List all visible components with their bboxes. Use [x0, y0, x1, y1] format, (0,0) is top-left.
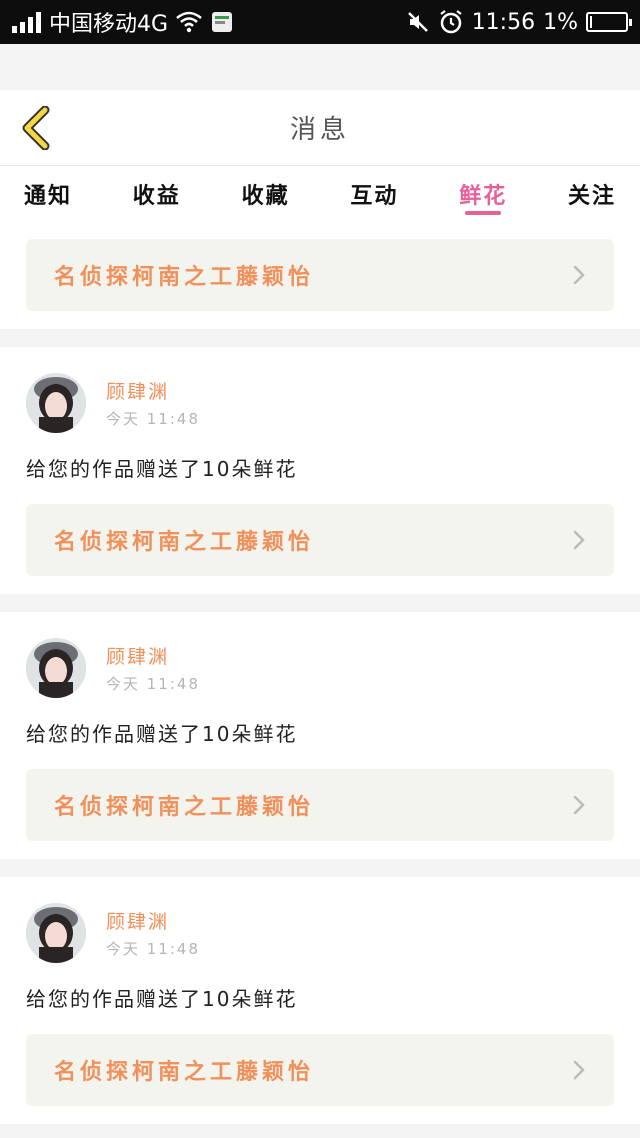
- user-row: 顾肆渊 今天 11:48: [26, 638, 614, 698]
- clock: 11:56: [471, 9, 536, 35]
- message-card-partial: 名侦探柯南之工藤颖怡: [0, 239, 640, 329]
- avatar-image: [26, 638, 86, 698]
- avatar[interactable]: [26, 903, 86, 963]
- tab-earnings[interactable]: 收益: [133, 166, 181, 210]
- user-info: 顾肆渊 今天 11:48: [106, 642, 200, 694]
- work-title: 名侦探柯南之工藤颖怡: [54, 795, 315, 820]
- message-text: 给您的作品赠送了10朵鲜花: [26, 722, 298, 746]
- avatar-image: [26, 373, 86, 433]
- user-info: 顾肆渊 今天 11:48: [106, 377, 200, 429]
- tab-bar: 通知 收益 收藏 互动 鲜花 关注: [0, 166, 640, 239]
- battery-percent: 1%: [543, 9, 578, 35]
- user-info: 顾肆渊 今天 11:48: [106, 907, 200, 959]
- user-row: 顾肆渊 今天 11:48: [26, 373, 614, 433]
- notification-app-icon: [212, 12, 233, 32]
- user-row: 顾肆渊 今天 11:48: [26, 903, 614, 963]
- back-button[interactable]: [14, 106, 58, 150]
- battery-icon: [586, 12, 632, 32]
- status-bar: 中国移动4G 11:56 1%: [0, 0, 640, 44]
- tab-follows[interactable]: 关注: [568, 166, 616, 210]
- work-link[interactable]: 名侦探柯南之工藤颖怡: [26, 504, 614, 576]
- chevron-right-icon: [573, 1060, 585, 1080]
- avatar[interactable]: [26, 373, 86, 433]
- wifi-icon: [176, 11, 202, 33]
- nav-header: 消息: [0, 90, 640, 166]
- status-left: 中国移动4G: [12, 6, 234, 38]
- chevron-right-icon: [573, 265, 585, 285]
- tab-notice[interactable]: 通知: [24, 166, 72, 210]
- message-text: 给您的作品赠送了10朵鲜花: [26, 457, 298, 481]
- message-card: 顾肆渊 今天 11:48 给您的作品赠送了10朵鲜花 名侦探柯南之工藤颖怡: [0, 347, 640, 594]
- tab-interactions[interactable]: 互动: [350, 166, 398, 210]
- user-name[interactable]: 顾肆渊: [106, 907, 200, 934]
- chevron-right-icon: [573, 530, 585, 550]
- work-title: 名侦探柯南之工藤颖怡: [54, 265, 315, 290]
- message-text: 给您的作品赠送了10朵鲜花: [26, 987, 298, 1011]
- message-time: 今天 11:48: [106, 410, 200, 428]
- back-arrow-icon: [22, 106, 50, 150]
- message-card: 顾肆渊 今天 11:48 给您的作品赠送了10朵鲜花 名侦探柯南之工藤颖怡: [0, 877, 640, 1124]
- top-spacer: [0, 44, 640, 90]
- user-name[interactable]: 顾肆渊: [106, 377, 200, 404]
- tab-flowers[interactable]: 鲜花: [459, 166, 507, 210]
- message-card: 顾肆渊 今天 11:48 给您的作品赠送了10朵鲜花 名侦探柯南之工藤颖怡: [0, 612, 640, 859]
- chevron-right-icon: [573, 795, 585, 815]
- user-name[interactable]: 顾肆渊: [106, 642, 200, 669]
- carrier-label: 中国移动4G: [49, 12, 169, 37]
- message-time: 今天 11:48: [106, 675, 200, 693]
- mute-icon: [407, 12, 428, 32]
- avatar[interactable]: [26, 638, 86, 698]
- avatar-image: [26, 903, 86, 963]
- page-title: 消息: [289, 115, 350, 145]
- work-link[interactable]: 名侦探柯南之工藤颖怡: [26, 769, 614, 841]
- work-title: 名侦探柯南之工藤颖怡: [54, 1060, 315, 1085]
- signal-icon: [12, 11, 41, 33]
- work-link[interactable]: 名侦探柯南之工藤颖怡: [26, 1034, 614, 1106]
- work-title: 名侦探柯南之工藤颖怡: [54, 530, 315, 555]
- tab-favorites[interactable]: 收藏: [242, 166, 290, 210]
- message-time: 今天 11:48: [106, 940, 200, 958]
- status-right: 11:56 1%: [406, 9, 632, 35]
- alarm-icon: [440, 10, 462, 34]
- work-link[interactable]: 名侦探柯南之工藤颖怡: [26, 239, 614, 311]
